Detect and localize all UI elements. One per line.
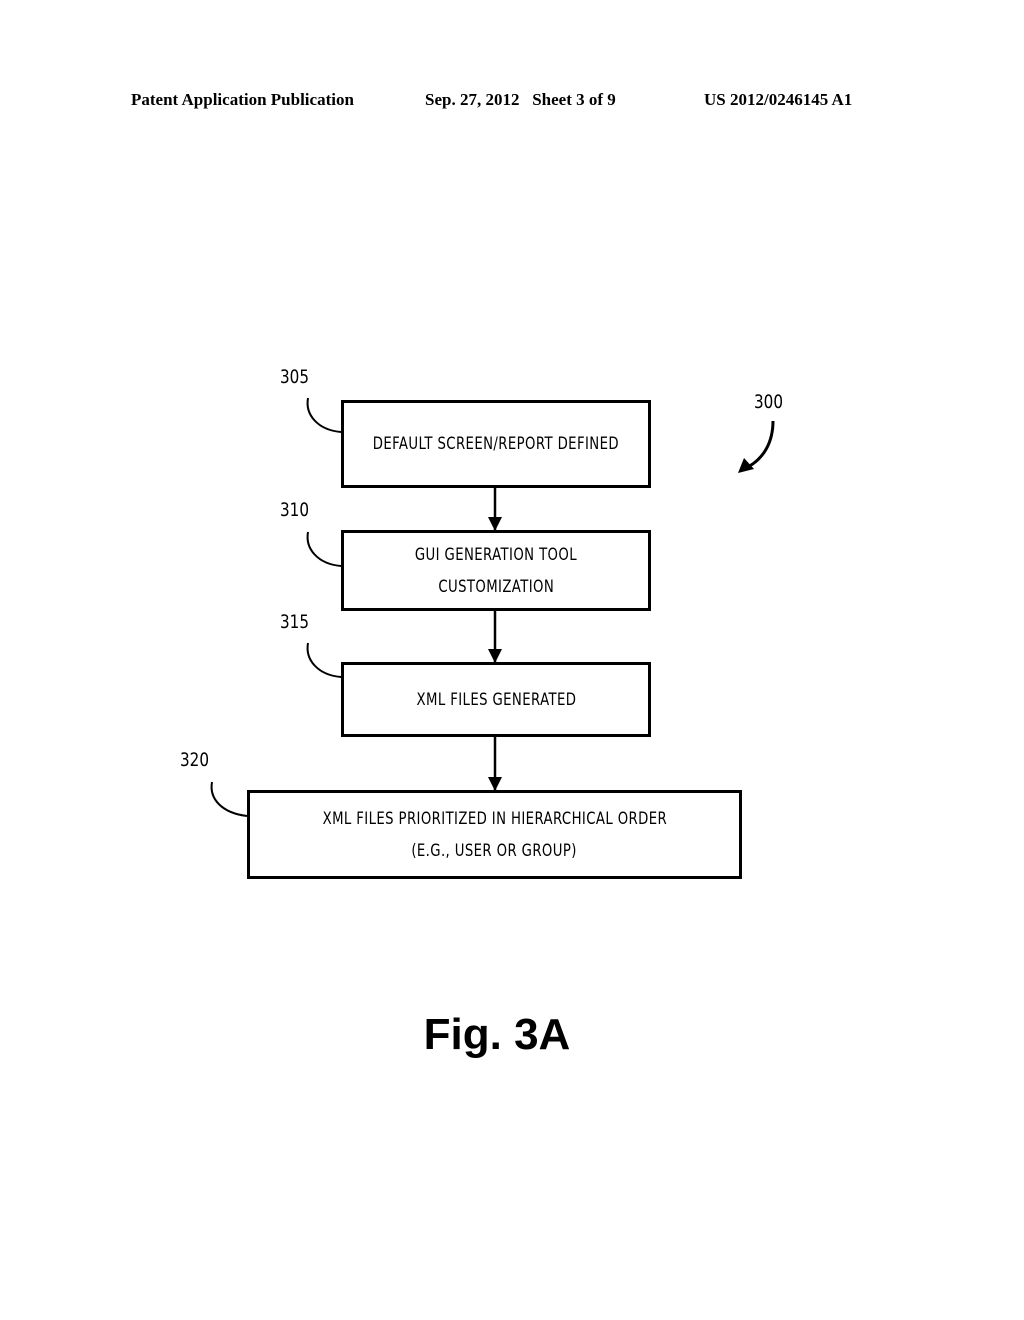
step-text: DEFAULT SCREEN/REPORT DEFINED: [372, 434, 620, 454]
arrowhead-310-315: [488, 649, 502, 663]
flowchart-connectors: [210, 397, 775, 817]
leader-310: [306, 531, 342, 567]
step-box-310: GUI GENERATION TOOL CUSTOMIZATION: [341, 530, 651, 611]
leader-315: [306, 642, 342, 678]
ref-label-310: 310: [280, 499, 310, 521]
step-text: (E.G., USER OR GROUP): [411, 840, 578, 861]
step-box-320: XML FILES PRIORITIZED IN HIERARCHICAL OR…: [247, 790, 742, 879]
figure-caption: Fig. 3A: [423, 1010, 571, 1059]
step-text: XML FILES GENERATED: [416, 689, 576, 710]
step-text: XML FILES PRIORITIZED IN HIERARCHICAL OR…: [322, 808, 667, 829]
step-text: CUSTOMIZATION: [438, 576, 554, 597]
ref-label-315: 315: [280, 611, 310, 633]
leader-320: [210, 781, 248, 817]
ref-label-320: 320: [180, 749, 210, 771]
leader-305: [306, 397, 342, 433]
step-text: GUI GENERATION TOOL: [414, 544, 578, 565]
step-box-305: DEFAULT SCREEN/REPORT DEFINED: [341, 400, 651, 488]
arrowhead-315-320: [488, 777, 502, 791]
figure-ref-label-300: 300: [754, 391, 784, 413]
figure-ref-arrow: [747, 420, 775, 469]
arrowhead-305-310: [488, 517, 502, 531]
step-box-315: XML FILES GENERATED: [341, 662, 651, 737]
ref-label-305: 305: [280, 366, 310, 388]
